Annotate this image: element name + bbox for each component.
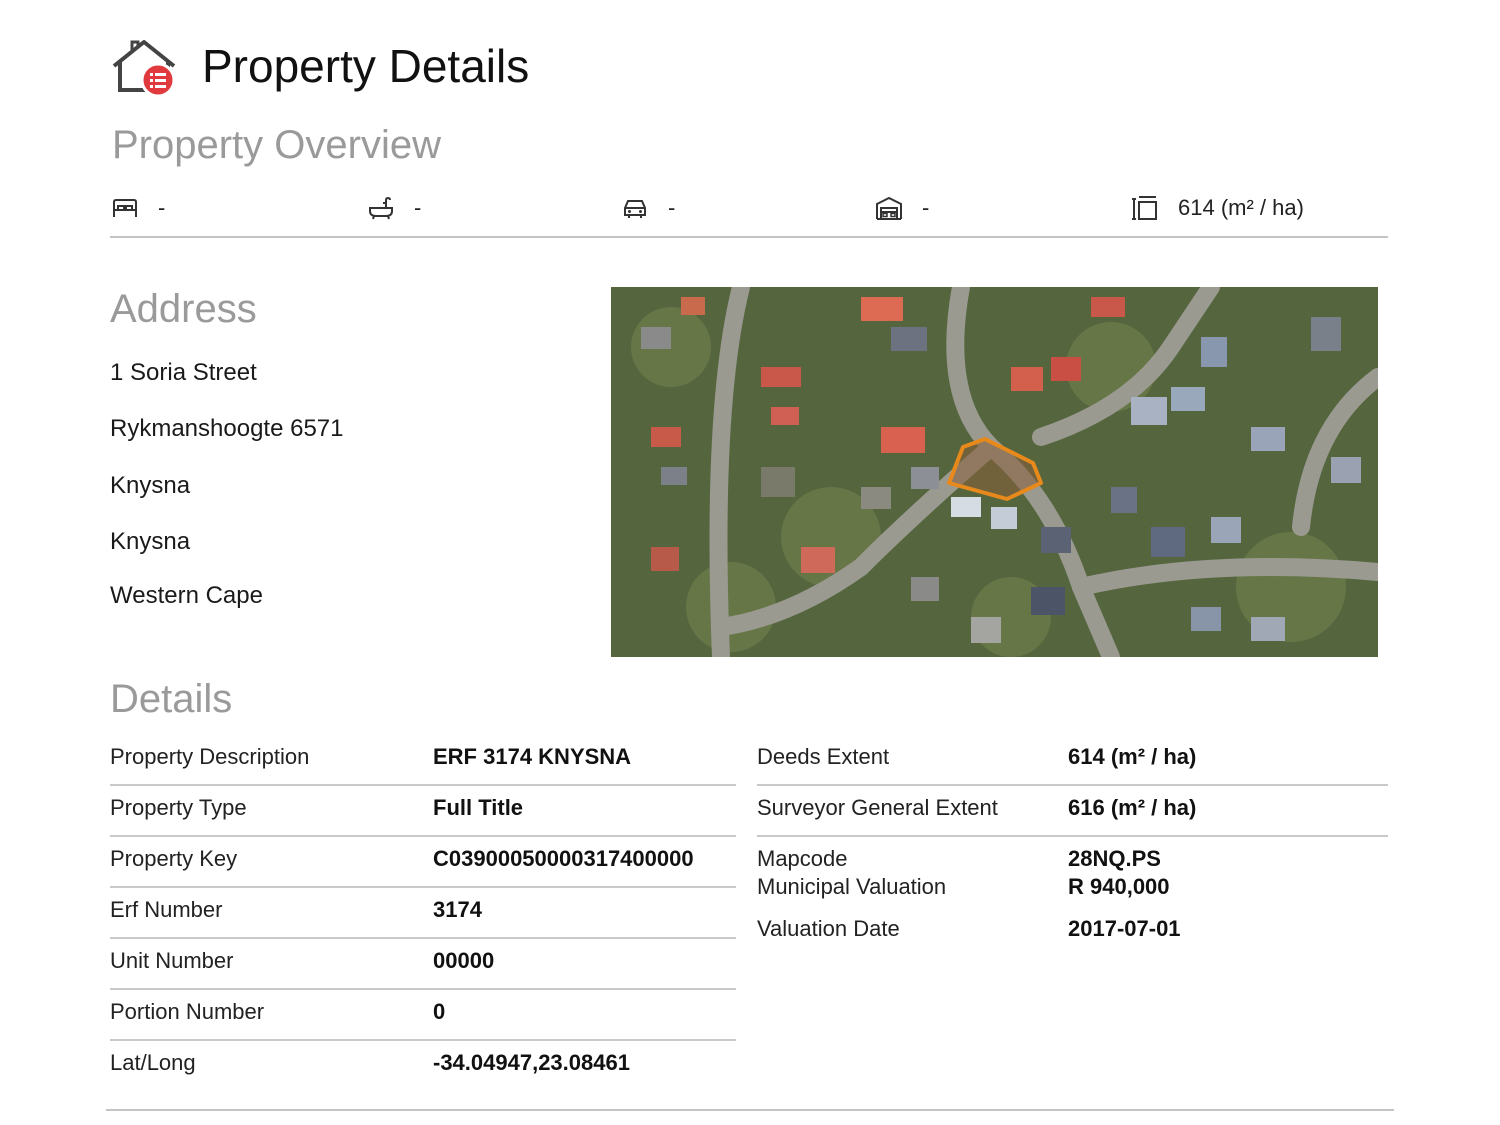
- table-row: Unit Number 00000: [110, 939, 736, 990]
- municipal-valuation-label: Municipal Valuation: [757, 874, 947, 899]
- address-town: Knysna: [110, 472, 191, 499]
- deeds-extent-label: Deeds Extent: [757, 744, 890, 769]
- property-key-label: Property Key: [110, 846, 238, 871]
- bathrooms-stat: -: [366, 190, 421, 226]
- portion-number-value: 0: [433, 999, 446, 1024]
- mapcode-value: 28NQ.PS: [1068, 846, 1161, 871]
- table-row: Portion Number 0: [110, 990, 736, 1041]
- address-suburb: Rykmanshoogte 6571: [110, 415, 344, 442]
- garage-icon: [876, 196, 902, 220]
- erf-number-label: Erf Number: [110, 897, 223, 922]
- aerial-map: [611, 287, 1378, 657]
- surveyor-general-extent-label: Surveyor General Extent: [757, 795, 998, 820]
- property-type-value: Full Title: [433, 795, 524, 820]
- unit-number-label: Unit Number: [110, 948, 234, 973]
- bottom-divider: [106, 1109, 1394, 1111]
- details-right-table: Deeds Extent 614 (m² / ha) Surveyor Gene…: [757, 735, 1388, 954]
- erf-size-value: 614 (m² / ha): [1178, 195, 1304, 220]
- lat-long-value: -34.04947,23.08461: [433, 1050, 630, 1075]
- floor-area-icon: [1132, 196, 1157, 220]
- table-row: Mapcode 28NQ.PS: [757, 837, 1388, 871]
- garages-value: -: [922, 195, 930, 220]
- property-description-value: ERF 3174 KNYSNA: [433, 744, 632, 769]
- car-icon: [624, 200, 646, 218]
- deeds-extent-value: 614 (m² / ha): [1068, 744, 1197, 769]
- details-heading: Details: [110, 677, 233, 721]
- valuation-date-label: Valuation Date: [757, 916, 900, 941]
- bedrooms-stat: -: [110, 190, 165, 226]
- table-row: Surveyor General Extent 616 (m² / ha): [757, 786, 1388, 837]
- address-province: Western Cape: [110, 582, 263, 609]
- table-row: Property Description ERF 3174 KNYSNA: [110, 735, 736, 786]
- valuation-date-value: 2017-07-01: [1068, 916, 1181, 941]
- table-row: Deeds Extent 614 (m² / ha): [757, 735, 1388, 786]
- table-row: Valuation Date 2017-07-01: [757, 912, 1388, 954]
- portion-number-label: Portion Number: [110, 999, 265, 1024]
- mapcode-label: Mapcode: [757, 846, 848, 871]
- property-description-label: Property Description: [110, 744, 310, 769]
- surveyor-general-extent-value: 616 (m² / ha): [1068, 795, 1197, 820]
- bed-icon: [113, 199, 137, 217]
- address-heading: Address: [110, 287, 257, 331]
- lat-long-label: Lat/Long: [110, 1050, 196, 1075]
- table-row: Property Type Full Title: [110, 786, 736, 837]
- unit-number-value: 00000: [433, 948, 495, 973]
- address-municipality: Knysna: [110, 528, 191, 555]
- parking-stat: -: [620, 190, 675, 226]
- table-row: Erf Number 3174: [110, 888, 736, 939]
- erf-number-value: 3174: [433, 897, 482, 922]
- house-list-icon: [110, 36, 178, 98]
- bedrooms-value: -: [158, 195, 166, 220]
- bath-icon: [369, 196, 393, 220]
- table-row: Municipal Valuation R 940,000: [757, 870, 1388, 912]
- page-title: Property Details: [202, 40, 530, 92]
- property-type-label: Property Type: [110, 795, 247, 820]
- parking-value: -: [668, 195, 676, 220]
- property-key-value: C03900050000317400000: [433, 846, 694, 871]
- erf-size-stat: 614 (m² / ha): [1130, 190, 1304, 226]
- address-street: 1 Soria Street: [110, 359, 257, 386]
- details-left-table: Property Description ERF 3174 KNYSNA Pro…: [110, 735, 736, 1090]
- overview-stats-bar: - - - - 614 (m² / ha): [110, 190, 1388, 238]
- overview-heading: Property Overview: [112, 123, 441, 167]
- municipal-valuation-value: R 940,000: [1068, 874, 1170, 899]
- table-row: Property Key C03900050000317400000: [110, 837, 736, 888]
- bathrooms-value: -: [414, 195, 422, 220]
- garages-stat: -: [874, 190, 929, 226]
- table-row: Lat/Long -34.04947,23.08461: [110, 1041, 736, 1090]
